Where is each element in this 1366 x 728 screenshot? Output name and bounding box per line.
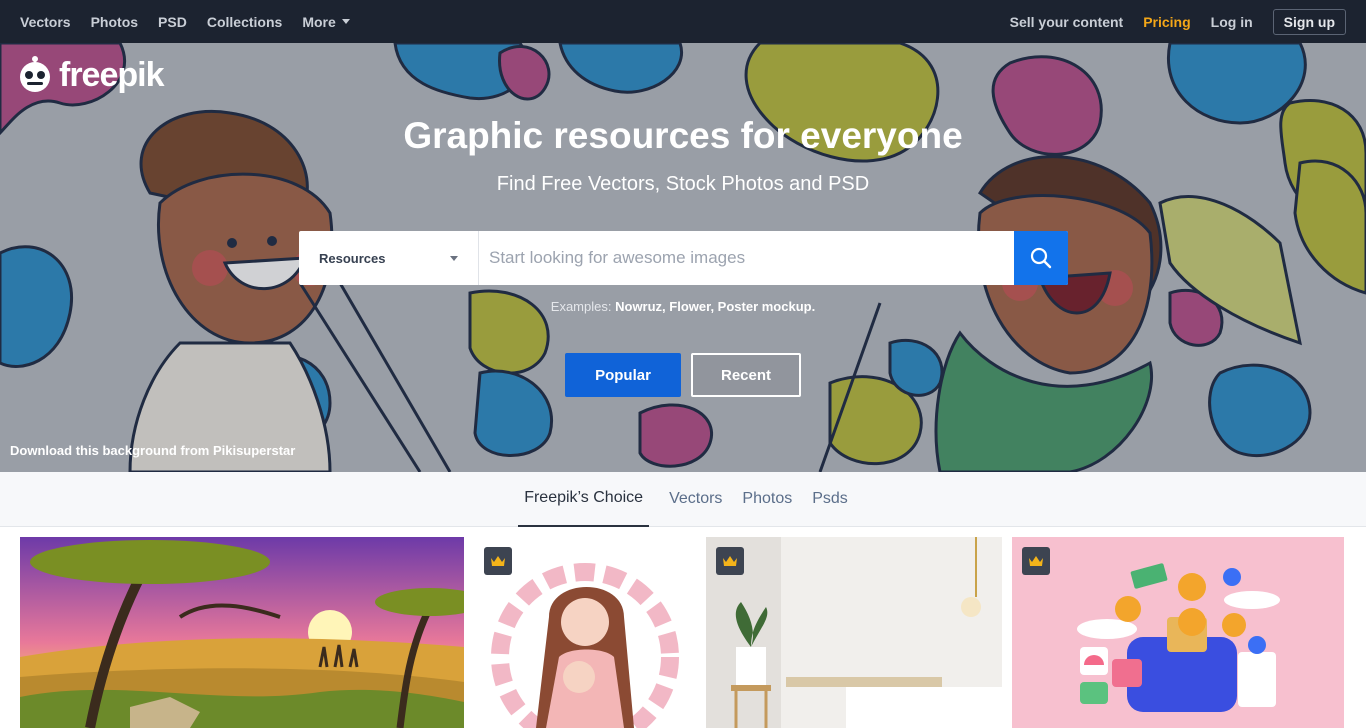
top-navigation: Vectors Photos PSD Collections More Sell…	[0, 0, 1366, 43]
background-credit-link[interactable]: Download this background from Pikisupers…	[10, 443, 295, 458]
freepik-mascot-icon	[20, 56, 50, 92]
crown-icon	[491, 556, 505, 566]
nav-left-links: Vectors Photos PSD Collections More	[20, 14, 350, 30]
resource-type-select[interactable]: Resources	[299, 231, 479, 285]
sell-content-link[interactable]: Sell your content	[1010, 14, 1124, 30]
gallery-item-wallet-3d[interactable]	[1012, 537, 1344, 728]
savanna-sunset-image	[20, 537, 464, 728]
tab-vectors[interactable]: Vectors	[669, 472, 722, 527]
content-tabs: Freepik’s Choice Vectors Photos Psds	[0, 472, 1366, 527]
tab-photos[interactable]: Photos	[742, 472, 792, 527]
crown-icon	[723, 556, 737, 566]
chevron-down-icon	[450, 255, 458, 261]
nav-more-label: More	[302, 13, 336, 30]
search-icon	[1030, 247, 1052, 269]
crown-icon	[1029, 556, 1043, 566]
nav-vectors-link[interactable]: Vectors	[20, 14, 71, 30]
popular-button[interactable]: Popular	[565, 353, 681, 397]
hero-title: Graphic resources for everyone	[403, 115, 963, 156]
hero-banner: freepik Graphic resources for everyone F…	[0, 43, 1366, 472]
freepik-logo[interactable]: freepik	[15, 55, 164, 95]
nav-more-menu[interactable]: More	[302, 13, 350, 30]
premium-crown-badge	[1022, 547, 1050, 575]
tab-psds[interactable]: Psds	[812, 472, 848, 527]
premium-crown-badge	[484, 547, 512, 575]
wallet-finance-3d-image	[1012, 537, 1344, 728]
resource-type-label: Resources	[319, 250, 386, 266]
chevron-down-icon	[341, 19, 350, 24]
examples-links[interactable]: Nowruz, Flower, Poster mockup.	[615, 299, 815, 314]
nav-collections-link[interactable]: Collections	[207, 14, 282, 30]
search-examples: Examples: Nowruz, Flower, Poster mockup.	[0, 299, 1366, 314]
premium-crown-badge	[716, 547, 744, 575]
nav-psd-link[interactable]: PSD	[158, 14, 187, 30]
gallery-item-savanna-sunset[interactable]	[20, 537, 464, 728]
login-link[interactable]: Log in	[1211, 14, 1253, 30]
tab-freepiks-choice[interactable]: Freepik’s Choice	[518, 472, 650, 527]
search-input[interactable]	[479, 231, 1014, 285]
search-bar: Resources	[299, 231, 1068, 285]
search-button[interactable]	[1014, 231, 1068, 285]
hero-subtitle: Find Free Vectors, Stock Photos and PSD	[496, 173, 870, 195]
interior-image	[706, 537, 1002, 728]
examples-label: Examples:	[550, 299, 612, 314]
nav-right-links: Sell your content Pricing Log in Sign up	[1010, 8, 1346, 35]
brand-name: freepik	[59, 55, 164, 94]
gallery-item-mother-child[interactable]	[474, 537, 696, 728]
nav-photos-link[interactable]: Photos	[91, 14, 138, 30]
gallery-item-interior[interactable]	[706, 537, 1002, 728]
signup-button[interactable]: Sign up	[1272, 8, 1346, 35]
recent-button[interactable]: Recent	[691, 353, 801, 397]
pricing-link[interactable]: Pricing	[1143, 14, 1190, 30]
